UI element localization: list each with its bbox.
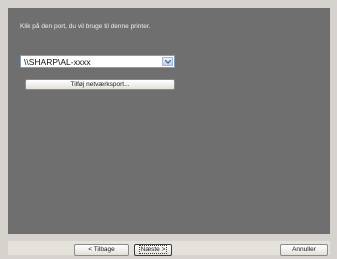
dropdown-button[interactable] — [162, 57, 173, 66]
content-panel — [8, 8, 330, 234]
add-network-port-button[interactable]: Tilføj netværksport... — [25, 79, 175, 90]
next-button[interactable]: Næste > — [134, 244, 172, 256]
port-select[interactable]: \\SHARP\AL-xxxx — [20, 55, 175, 68]
cancel-button[interactable]: Annuller — [280, 244, 328, 256]
back-button[interactable]: < Tilbage — [74, 244, 129, 256]
next-button-label: Næste > — [138, 245, 168, 254]
instruction-text: Klik på den port, du vil bruge til denne… — [20, 23, 151, 30]
dialog-window: Klik på den port, du vil bruge til denne… — [0, 0, 337, 259]
port-select-value: \\SHARP\AL-xxxx — [24, 57, 91, 67]
chevron-down-icon — [165, 60, 171, 64]
